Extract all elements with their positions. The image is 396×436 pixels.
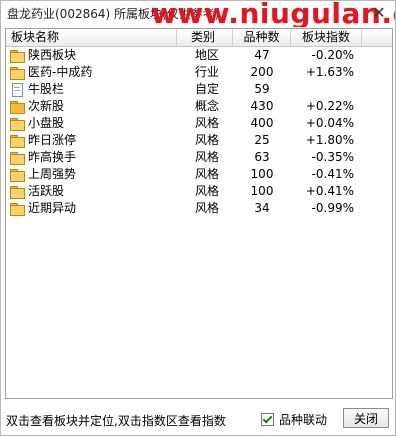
sector-dialog: 盘龙药业(002864) 所属板块(仅供参考) www.niugulan.com… — [0, 0, 396, 436]
cell-index[interactable]: -0.41% — [291, 166, 362, 183]
sector-name-text: 牛股栏 — [28, 82, 65, 96]
cell-type: 风格 — [195, 133, 220, 147]
sector-name-text: 上周强势 — [28, 167, 77, 181]
cell-type: 概念 — [195, 99, 220, 113]
cell-type: 风格 — [195, 201, 220, 215]
table-row[interactable]: 次新股 概念 430 +0.22% — [6, 98, 392, 115]
sector-name-text: 小盘股 — [28, 116, 65, 130]
cell-count: 200 — [250, 65, 274, 79]
cell-sector-name[interactable]: 小盘股 — [6, 115, 177, 132]
document-icon — [9, 83, 25, 97]
table-body: 陕西板块 地区 47 -0.20% 医药-中成药 行业 200 +1.63% 牛股栏 自定 59 次新… — [6, 47, 392, 217]
folder-icon — [9, 202, 25, 216]
folder-icon — [9, 151, 25, 165]
folder-icon — [9, 117, 25, 131]
cell-sector-name[interactable]: 活跃股 — [6, 183, 177, 200]
sector-name-text: 医药-中成药 — [28, 65, 93, 79]
folder-icon — [9, 185, 25, 199]
table-row[interactable]: 医药-中成药 行业 200 +1.63% — [6, 64, 392, 81]
cell-type: 风格 — [195, 184, 220, 198]
cell-index[interactable]: +0.22% — [291, 98, 362, 115]
cell-count: 34 — [254, 201, 270, 215]
cell-type: 风格 — [195, 150, 220, 164]
cell-index[interactable]: +1.80% — [291, 132, 362, 149]
cell-type: 自定 — [195, 82, 220, 96]
table-row[interactable]: 陕西板块 地区 47 -0.20% — [6, 47, 392, 64]
folder-icon — [9, 134, 25, 148]
sector-table: 板块名称 类别 品种数 板块指数 陕西板块 地区 47 -0.20% 医药-中成药 行业 2… — [5, 28, 393, 399]
cell-index[interactable] — [291, 81, 362, 98]
cell-index[interactable]: +1.63% — [291, 64, 362, 81]
table-header: 板块名称 类别 品种数 板块指数 — [6, 29, 392, 47]
folder-icon — [9, 49, 25, 63]
column-header-filler — [362, 29, 392, 46]
sector-name-text: 活跃股 — [28, 184, 65, 198]
sector-name-text: 近期异动 — [28, 201, 77, 215]
close-button[interactable]: 关闭 — [343, 408, 389, 428]
cell-type: 风格 — [195, 116, 220, 130]
cell-sector-name[interactable]: 近期异动 — [6, 200, 177, 217]
watermark-text: www.niugulan.com — [151, 1, 395, 27]
cell-count: 25 — [254, 133, 270, 147]
cell-sector-name[interactable]: 次新股 — [6, 98, 177, 115]
folder-icon — [9, 168, 25, 182]
cell-count: 59 — [254, 82, 270, 96]
cell-index[interactable]: -0.99% — [291, 200, 362, 217]
cell-sector-name[interactable]: 上周强势 — [6, 166, 177, 183]
cell-index[interactable]: +0.04% — [291, 115, 362, 132]
close-icon[interactable]: ✕ — [369, 3, 389, 23]
column-header-count[interactable]: 品种数 — [233, 29, 291, 46]
table-row[interactable]: 活跃股 风格 100 +0.41% — [6, 183, 392, 200]
cell-type: 地区 — [195, 48, 220, 62]
cell-count: 47 — [254, 48, 270, 62]
sector-name-text: 昨高换手 — [28, 150, 77, 164]
column-header-index[interactable]: 板块指数 — [291, 29, 362, 46]
column-header-type[interactable]: 类别 — [177, 29, 233, 46]
cell-sector-name[interactable]: 昨高换手 — [6, 149, 177, 166]
cell-sector-name[interactable]: 陕西板块 — [6, 47, 177, 64]
sector-name-text: 昨日涨停 — [28, 133, 77, 147]
sync-checkbox[interactable]: 品种联动 — [261, 411, 327, 428]
table-row[interactable]: 昨日涨停 风格 25 +1.80% — [6, 132, 392, 149]
table-row[interactable]: 昨高换手 风格 63 -0.35% — [6, 149, 392, 166]
cell-count: 430 — [250, 99, 274, 113]
sync-checkbox-label[interactable]: 品种联动 — [279, 411, 327, 428]
column-header-name[interactable]: 板块名称 — [6, 29, 177, 46]
sector-name-text: 陕西板块 — [28, 48, 77, 62]
cell-count: 400 — [250, 116, 274, 130]
cell-type: 行业 — [195, 65, 220, 79]
cell-count: 63 — [254, 150, 270, 164]
table-row[interactable]: 上周强势 风格 100 -0.41% — [6, 166, 392, 183]
table-row[interactable]: 牛股栏 自定 59 — [6, 81, 392, 98]
footer-bar: 双击查看板块并定位,双击指数区查看指数 品种联动 关闭 — [1, 401, 395, 435]
cell-count: 100 — [250, 167, 274, 181]
cell-type: 风格 — [195, 167, 220, 181]
sector-name-text: 次新股 — [28, 99, 65, 113]
cell-count: 100 — [250, 184, 274, 198]
checkbox-checked-icon[interactable] — [261, 413, 274, 426]
cell-index[interactable]: +0.41% — [291, 183, 362, 200]
cell-index[interactable]: -0.35% — [291, 149, 362, 166]
hint-text: 双击查看板块并定位,双击指数区查看指数 — [6, 414, 226, 428]
table-row[interactable]: 近期异动 风格 34 -0.99% — [6, 200, 392, 217]
cell-sector-name[interactable]: 昨日涨停 — [6, 132, 177, 149]
cell-sector-name[interactable]: 牛股栏 — [6, 81, 177, 98]
folder-open-icon — [9, 100, 25, 114]
cell-index[interactable]: -0.20% — [291, 47, 362, 64]
folder-icon — [9, 66, 25, 80]
cell-sector-name[interactable]: 医药-中成药 — [6, 64, 177, 81]
table-row[interactable]: 小盘股 风格 400 +0.04% — [6, 115, 392, 132]
title-bar[interactable]: 盘龙药业(002864) 所属板块(仅供参考) www.niugulan.com… — [1, 1, 395, 27]
